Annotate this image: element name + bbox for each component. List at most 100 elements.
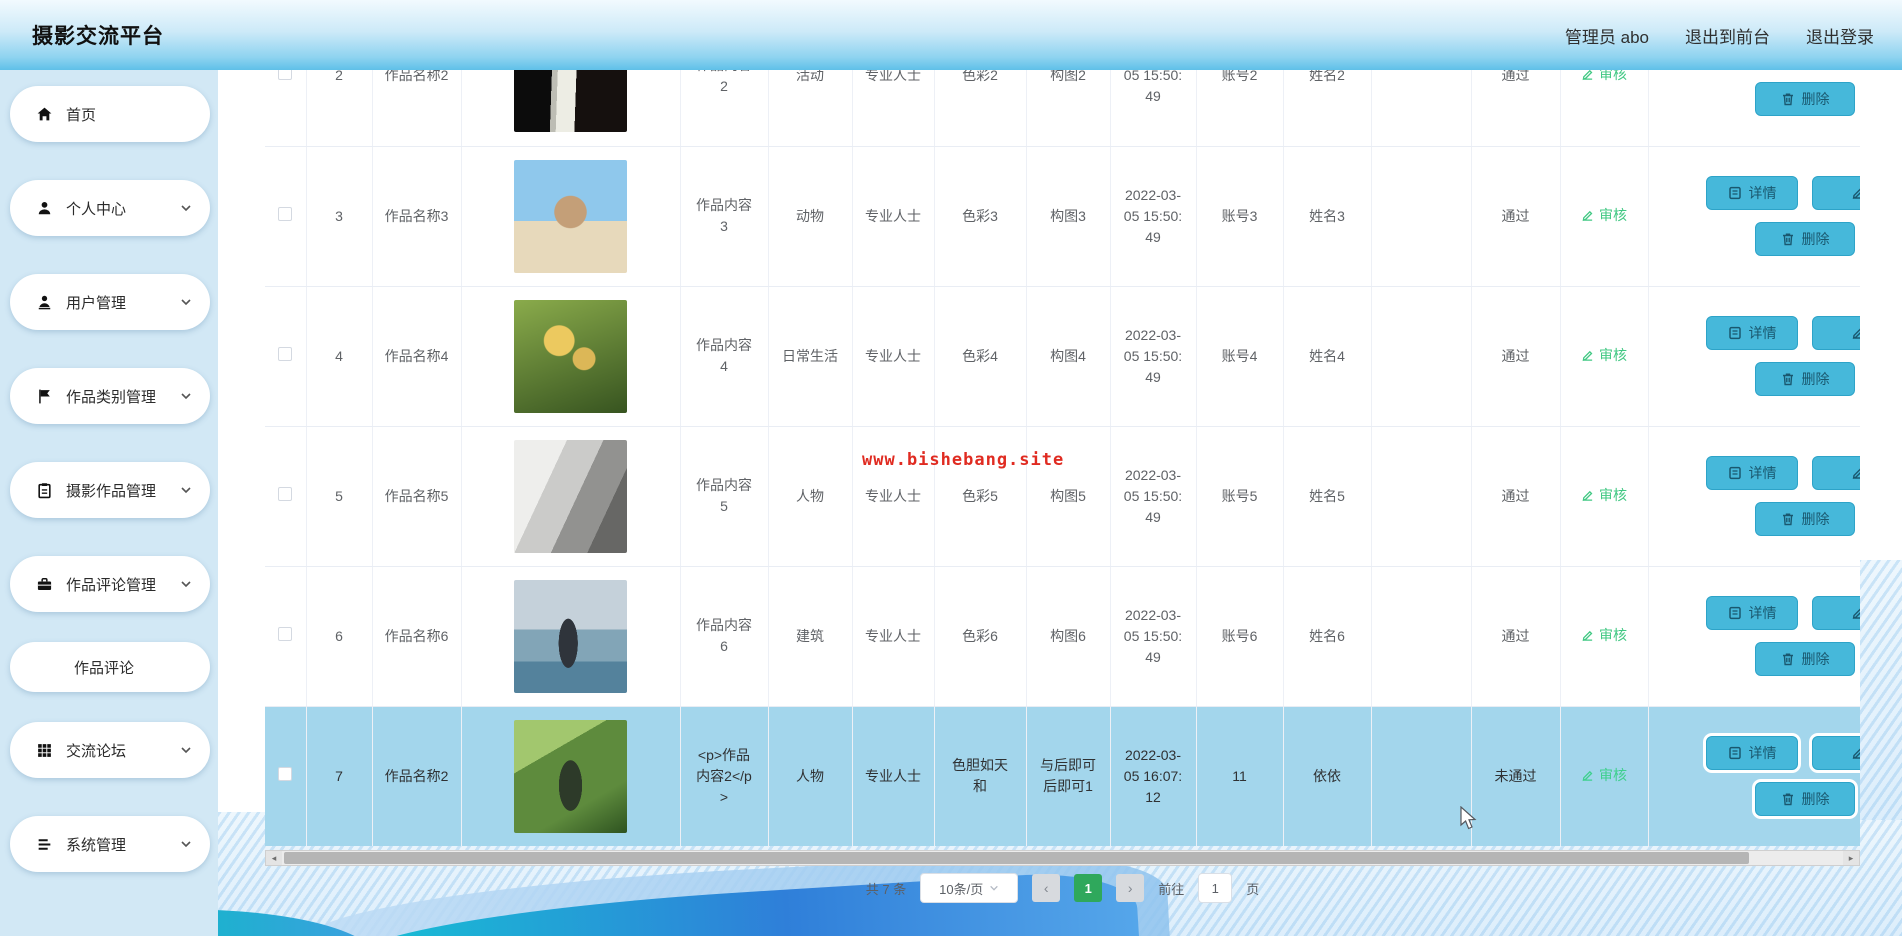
work-date: 2022-03-05 15:50:49 — [1110, 286, 1197, 427]
audit-link[interactable]: 审核 — [1581, 765, 1627, 786]
work-composition: 构图2 — [1026, 70, 1111, 147]
detail-button[interactable]: 详情 — [1706, 736, 1798, 770]
audit-link-label: 审核 — [1599, 486, 1627, 503]
sidebar-item-work-comments[interactable]: 作品评论 — [10, 642, 210, 692]
trash-icon — [1782, 373, 1793, 386]
work-username: 依依 — [1283, 706, 1372, 846]
work-date: 2022-03-05 15:50:49 — [1110, 70, 1197, 147]
top-navbar: 摄影交流平台 管理员 abo 退出到前台 退出登录 — [0, 0, 1902, 70]
page-size-select[interactable]: 10条/页 — [920, 873, 1019, 903]
work-category: 人物 — [768, 706, 853, 846]
delete-button[interactable]: 删除 — [1755, 222, 1855, 256]
sidebar-item-photo-work-management[interactable]: 摄影作品管理 — [10, 462, 210, 518]
sidebar-item-work-category-management[interactable]: 作品类别管理 — [10, 368, 210, 424]
audit-link[interactable]: 审核 — [1581, 625, 1627, 646]
scroll-left-arrow-icon[interactable]: ◂ — [266, 851, 282, 865]
row-checkbox[interactable] — [278, 346, 293, 361]
delete-button[interactable]: 删除 — [1755, 642, 1855, 676]
delete-button[interactable]: 删除 — [1755, 81, 1855, 116]
work-photo[interactable] — [514, 159, 627, 273]
sidebar-item-personal-center[interactable]: 个人中心 — [10, 180, 210, 236]
pencil-icon — [1852, 328, 1860, 340]
work-name: 作品名称3 — [372, 146, 462, 287]
detail-button[interactable]: 详情 — [1706, 316, 1798, 350]
audit-link[interactable]: 审核 — [1581, 70, 1627, 85]
grid-icon — [36, 742, 53, 759]
page-1-button[interactable]: 1 — [1074, 874, 1103, 902]
delete-button[interactable]: 删除 — [1755, 502, 1855, 536]
edit-button[interactable] — [1812, 316, 1860, 350]
detail-button[interactable]: 详情 — [1706, 596, 1798, 630]
trash-icon — [1782, 793, 1793, 806]
audit-link[interactable]: 审核 — [1581, 345, 1627, 366]
sidebar-item-work-comment-management[interactable]: 作品评论管理 — [10, 556, 210, 612]
work-content: <p>作品内容2</p> — [680, 706, 769, 846]
work-name: 作品名称6 — [372, 566, 462, 707]
detail-button-label: 详情 — [1748, 465, 1777, 481]
scroll-right-arrow-icon[interactable]: ▸ — [1843, 851, 1859, 865]
work-color: 色彩3 — [934, 146, 1027, 287]
work-content: 作品内容2 — [680, 70, 769, 147]
sidebar-item-home[interactable]: 首页 — [10, 86, 210, 142]
detail-button[interactable]: 详情 — [1706, 176, 1798, 210]
pencil-icon — [1582, 70, 1593, 81]
chevron-down-icon — [180, 202, 192, 214]
pencil-icon — [1852, 748, 1860, 760]
work-photo[interactable] — [514, 579, 627, 693]
row-checkbox[interactable] — [278, 626, 293, 641]
next-page-button[interactable]: › — [1116, 874, 1145, 902]
row-checkbox[interactable] — [278, 486, 293, 501]
goto-page-input[interactable] — [1198, 873, 1233, 903]
row-checkbox[interactable] — [278, 766, 293, 781]
work-date: 2022-03-05 15:50:49 — [1110, 426, 1197, 567]
delete-button-label: 删除 — [1801, 791, 1830, 807]
sidebar-item-system-management[interactable]: 系统管理 — [10, 816, 210, 872]
chevron-down-icon — [180, 484, 192, 496]
work-account: 账号4 — [1196, 286, 1284, 427]
delete-button[interactable]: 删除 — [1755, 782, 1855, 816]
row-checkbox[interactable] — [278, 70, 293, 81]
work-photo[interactable] — [514, 299, 627, 413]
work-photo[interactable] — [514, 70, 627, 133]
audit-status: 未通过 — [1471, 706, 1561, 846]
main-content: 2 作品名称2 作品内容2 活动 专业人士 色彩2 构图2 2022-03-05… — [218, 70, 1902, 936]
edit-button[interactable] — [1812, 456, 1860, 490]
work-account: 账号2 — [1196, 70, 1284, 147]
work-date: 2022-03-05 15:50:49 — [1110, 566, 1197, 707]
scrollbar-thumb[interactable] — [284, 852, 1749, 864]
work-color: 色彩6 — [934, 566, 1027, 707]
horizontal-scrollbar[interactable]: ◂ ▸ — [265, 850, 1860, 866]
professional-level: 专业人士 — [852, 70, 935, 147]
empty-cell — [1371, 426, 1472, 567]
row-index: 4 — [306, 286, 373, 427]
edit-button[interactable] — [1812, 176, 1860, 210]
app-title: 摄影交流平台 — [32, 25, 164, 48]
document-icon — [1728, 606, 1741, 620]
audit-link[interactable]: 审核 — [1581, 205, 1627, 226]
work-content: 作品内容6 — [680, 566, 769, 707]
goto-label: 前往 — [1158, 881, 1185, 897]
row-checkbox[interactable] — [278, 206, 293, 221]
detail-button-label: 详情 — [1748, 605, 1777, 621]
navbar-right: 管理员 abo 退出到前台 退出登录 — [1565, 0, 1874, 70]
work-composition: 构图4 — [1026, 286, 1111, 427]
menu-lines-icon — [36, 836, 53, 853]
page-size-value: 10条/页 — [939, 881, 984, 897]
delete-button[interactable]: 删除 — [1755, 362, 1855, 396]
sidebar-item-user-management[interactable]: 用户管理 — [10, 274, 210, 330]
audit-link[interactable]: 审核 — [1581, 485, 1627, 506]
pencil-icon — [1582, 350, 1593, 361]
pencil-icon — [1852, 188, 1860, 200]
prev-page-button[interactable]: ‹ — [1032, 874, 1061, 902]
work-photo[interactable] — [514, 439, 627, 553]
delete-button-label: 删除 — [1801, 651, 1830, 667]
edit-button[interactable] — [1812, 736, 1860, 770]
logout-link[interactable]: 退出登录 — [1806, 23, 1874, 48]
chevron-down-icon — [180, 390, 192, 402]
empty-cell — [1371, 566, 1472, 707]
work-photo[interactable] — [514, 719, 627, 833]
detail-button[interactable]: 详情 — [1706, 456, 1798, 490]
edit-button[interactable] — [1812, 596, 1860, 630]
sidebar-item-forum[interactable]: 交流论坛 — [10, 722, 210, 778]
exit-to-front-link[interactable]: 退出到前台 — [1685, 23, 1770, 48]
